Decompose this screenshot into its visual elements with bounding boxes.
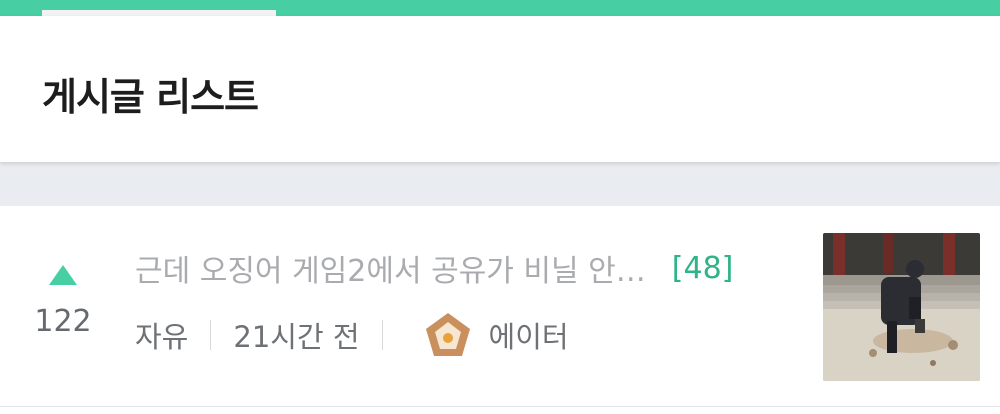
- upvote-triangle-icon[interactable]: [48, 264, 78, 286]
- post-title[interactable]: 근데 오징어 게임2에서 공유가 비닐 안…: [135, 246, 646, 290]
- post-title-row[interactable]: 근데 오징어 게임2에서 공유가 비닐 안… [48]: [135, 246, 785, 290]
- post-category: 자유: [135, 320, 189, 354]
- section-divider: [0, 162, 1000, 206]
- vote-box[interactable]: 122: [28, 264, 98, 339]
- page-title: 게시글 리스트: [42, 75, 259, 119]
- vote-count: 122: [34, 304, 92, 339]
- top-tab-bar: [0, 0, 1000, 16]
- post-meta: 자유 21시간 전 에이터: [135, 310, 569, 360]
- list-item[interactable]: 122 근데 오징어 게임2에서 공유가 비닐 안… [48] 자유 21시간 …: [0, 206, 1000, 407]
- comment-count: [48]: [671, 250, 734, 286]
- post-time: 21시간 전: [233, 320, 360, 354]
- meta-divider: [381, 320, 383, 350]
- post-thumbnail[interactable]: [823, 233, 980, 381]
- post-author[interactable]: 에이터: [489, 314, 569, 356]
- meta-divider: [210, 320, 212, 350]
- bronze-pentagon-badge-icon: [425, 313, 470, 356]
- page-header: 게시글 리스트: [0, 16, 1000, 162]
